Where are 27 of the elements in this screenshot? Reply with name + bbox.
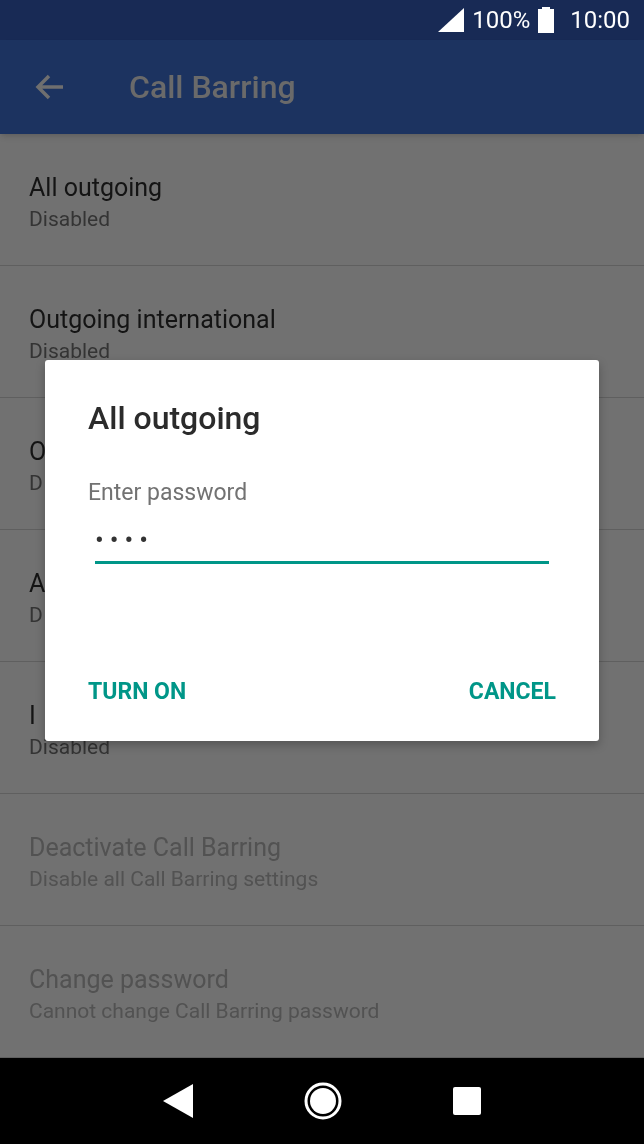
clock: 10:00: [570, 5, 630, 37]
dialog-button[interactable]: CANCEL: [468, 674, 556, 709]
screen-title: Call Barring: [129, 67, 296, 109]
back-nav-button[interactable]: [163, 1084, 193, 1118]
row-subtitle: Disabled: [29, 206, 111, 233]
back-arrow-icon: [35, 74, 65, 101]
signal-icon: [438, 8, 465, 33]
row-subtitle: D: [29, 602, 43, 629]
row-title: A: [29, 568, 46, 600]
field-label: Enter password: [88, 478, 249, 508]
battery-percent: 100%: [472, 5, 531, 37]
settings-row[interactable]: All outgoing Disabled: [0, 134, 644, 266]
home-button[interactable]: [303, 1081, 343, 1121]
row-subtitle: Disabled: [29, 338, 111, 365]
row-subtitle: D: [29, 470, 43, 497]
row-title: I: [29, 700, 36, 732]
back-triangle-icon: [163, 1084, 193, 1118]
row-title: O: [29, 436, 47, 468]
home-circle-icon: [303, 1081, 343, 1121]
battery-icon: [538, 7, 555, 34]
dialog-button[interactable]: TURN ON: [88, 674, 187, 709]
row-title: All outgoing: [29, 172, 163, 204]
row-title: Outgoing international: [29, 304, 276, 336]
password-field[interactable]: ••••: [95, 518, 549, 564]
dialog-title: All outgoing: [88, 398, 262, 439]
square-icon: [453, 1087, 481, 1115]
row-subtitle: Disabled: [29, 734, 111, 761]
